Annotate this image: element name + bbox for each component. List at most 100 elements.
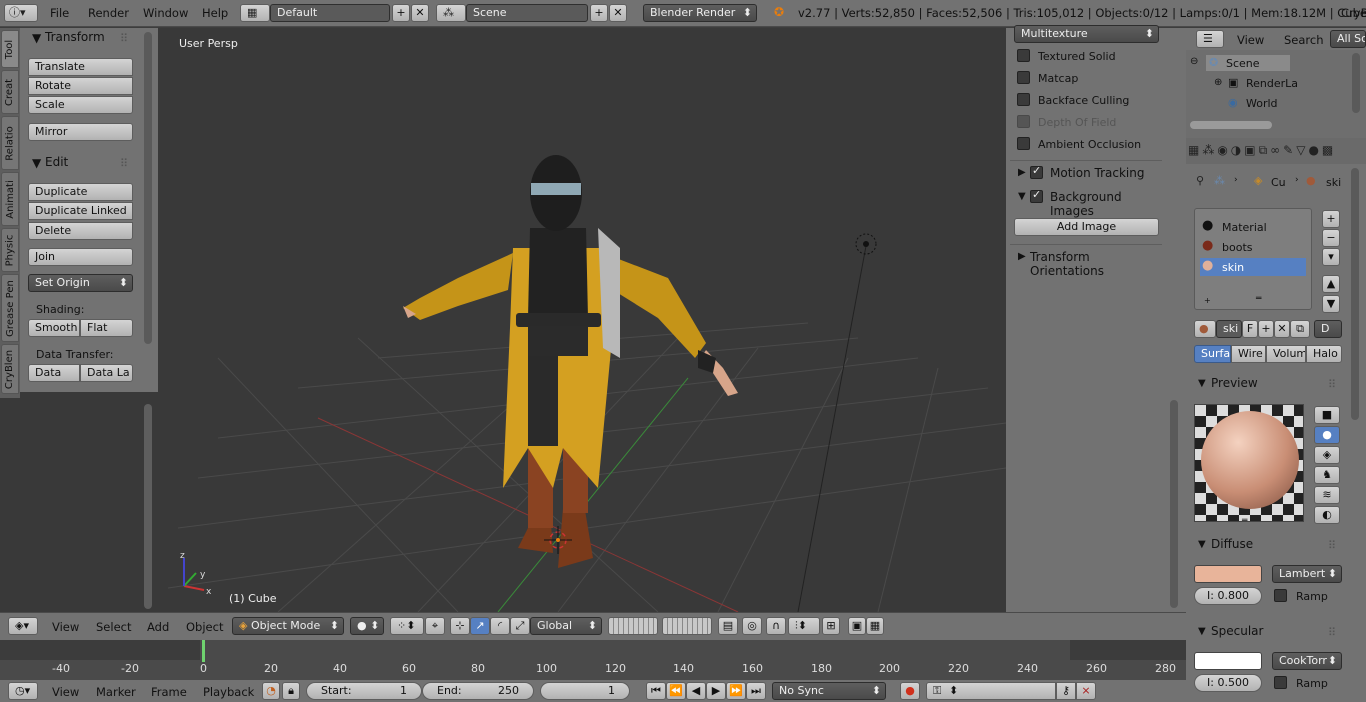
preview-flat-button[interactable]: ■ — [1314, 406, 1340, 424]
layout-selector[interactable]: ▦ — [240, 4, 270, 22]
preview-range-button[interactable]: ◔ — [262, 682, 280, 700]
motion-tracking-checkbox[interactable] — [1030, 166, 1043, 179]
ambient-occlusion-checkbox[interactable] — [1017, 137, 1030, 150]
manipulator-toggle-button[interactable]: ⌖ — [425, 617, 445, 635]
viewport-menu-object[interactable]: Object — [186, 620, 223, 634]
specular-ramp-checkbox[interactable] — [1274, 676, 1287, 689]
background-images-title[interactable]: Background Images — [1050, 190, 1166, 218]
viewport-menu-add[interactable]: Add — [147, 620, 169, 634]
move-slot-down-button[interactable]: ▼ — [1322, 295, 1340, 313]
opengl-render-image-button[interactable]: ▣ — [848, 617, 866, 635]
editor-type-selector[interactable]: ◈▾ — [8, 617, 38, 635]
preview-monkey-button[interactable]: ♞ — [1314, 466, 1340, 484]
outliner-menu-search[interactable]: Search — [1284, 33, 1324, 47]
properties-scrollbar[interactable] — [1351, 168, 1359, 420]
preview-hair-button[interactable]: ≋ — [1314, 486, 1340, 504]
jump-to-keyframe-forward-button[interactable]: ⏩ — [726, 682, 746, 700]
tab-cryblend[interactable]: CryBlen — [1, 344, 19, 394]
viewport-menu-view[interactable]: View — [52, 620, 79, 634]
3d-viewport[interactable]: User Persp y z x (1) Cube — [158, 28, 1006, 612]
mirror-button[interactable]: Mirror — [28, 123, 133, 141]
play-reverse-button[interactable]: ◀ — [686, 682, 706, 700]
add-material-slot-button[interactable]: + — [1322, 210, 1340, 228]
matcap-checkbox[interactable] — [1017, 71, 1030, 84]
start-frame-field[interactable]: Start: 1 — [306, 682, 422, 700]
tab-tool[interactable]: Tool — [1, 30, 19, 68]
tab-halo[interactable]: Halo — [1306, 345, 1342, 363]
material-browse-button[interactable]: ● — [1194, 320, 1216, 338]
transform-collapse-icon[interactable]: ▼ — [32, 31, 41, 45]
current-frame-field[interactable]: 1 — [540, 682, 630, 700]
remove-layout-button[interactable]: ✕ — [411, 4, 429, 22]
transform-panel-title[interactable]: Transform — [45, 30, 105, 44]
auto-keying-button[interactable]: ● — [900, 682, 920, 700]
data-layout-button[interactable]: Data La — [80, 364, 133, 382]
rotate-button[interactable]: Rotate — [28, 77, 133, 95]
insert-keyframe-button[interactable]: ⚷ — [1056, 682, 1076, 700]
manipulator-scale-button[interactable]: ⤢ — [510, 617, 530, 635]
duplicate-linked-button[interactable]: Duplicate Linked — [28, 202, 133, 220]
diffuse-intensity-slider[interactable]: I: 0.800 — [1194, 587, 1262, 605]
edit-collapse-icon[interactable]: ▼ — [32, 156, 41, 170]
scale-button[interactable]: Scale — [28, 96, 133, 114]
viewport-shading-dropdown[interactable]: ● ⬍ — [350, 617, 384, 635]
outliner-world-label[interactable]: World — [1246, 97, 1278, 110]
drag-handle-icon[interactable]: ⠿ — [1328, 539, 1336, 552]
tab-animation[interactable]: Animati — [1, 172, 19, 226]
slot-specials-button[interactable]: ▾ — [1322, 248, 1340, 266]
preview-sphere-button[interactable]: ● — [1314, 426, 1340, 444]
npanel-scrollbar[interactable] — [1170, 400, 1178, 608]
backface-culling-checkbox[interactable] — [1017, 93, 1030, 106]
background-images-checkbox[interactable] — [1030, 190, 1043, 203]
delete-keyframe-button[interactable]: ⨯ — [1076, 682, 1096, 700]
tab-physics[interactable]: Physic — [1, 228, 19, 272]
outliner-render-layers-label[interactable]: RenderLa — [1246, 77, 1298, 90]
drag-handle-icon[interactable]: ⠿ — [1328, 626, 1336, 639]
sync-mode-dropdown[interactable]: No Sync ⬍ — [772, 682, 886, 700]
operator-scrollbar[interactable] — [144, 404, 152, 609]
motion-tracking-title[interactable]: Motion Tracking — [1050, 166, 1144, 180]
drag-handle-icon[interactable]: ⠿ — [1328, 378, 1336, 391]
end-frame-field[interactable]: End: 250 — [422, 682, 534, 700]
resize-handle-icon[interactable]: + — [1204, 296, 1211, 305]
render-engine-dropdown[interactable]: Blender Render ⬍ — [643, 4, 757, 22]
timeline-editor-selector[interactable]: ◷▾ — [8, 682, 38, 700]
tab-create[interactable]: Creat — [1, 70, 19, 114]
tab-surface[interactable]: Surfac — [1194, 345, 1231, 363]
menu-window[interactable]: Window — [143, 6, 188, 20]
remove-scene-button[interactable]: ✕ — [609, 4, 627, 22]
timeline[interactable]: -40 -20 0 20 40 60 80 100 120 140 160 18… — [0, 640, 1186, 680]
current-frame-marker[interactable] — [202, 640, 205, 662]
menu-help[interactable]: Help — [202, 6, 228, 20]
add-layout-button[interactable]: + — [392, 4, 410, 22]
remove-material-slot-button[interactable]: − — [1322, 229, 1340, 247]
edit-panel-title[interactable]: Edit — [45, 155, 68, 169]
diffuse-ramp-checkbox[interactable] — [1274, 589, 1287, 602]
join-button[interactable]: Join — [28, 248, 133, 266]
outliner-menu-view[interactable]: View — [1237, 33, 1264, 47]
layers-group-2[interactable] — [662, 617, 712, 635]
specular-intensity-slider[interactable]: I: 0.500 — [1194, 674, 1262, 692]
timeline-menu-frame[interactable]: Frame — [151, 685, 187, 699]
list-resize-grip-icon[interactable]: ═ — [1256, 294, 1261, 304]
background-images-collapse-icon[interactable]: ▼ — [1018, 191, 1026, 202]
expand-icon[interactable]: ⊕ — [1214, 77, 1222, 88]
preview-cube-button[interactable]: ◈ — [1314, 446, 1340, 464]
drag-handle-icon[interactable]: ⠿ — [120, 32, 128, 45]
keying-set-field[interactable]: ⚿ ⬍ — [926, 682, 1056, 700]
tab-volume[interactable]: Volum — [1266, 345, 1306, 363]
preview-panel-title[interactable]: Preview — [1211, 376, 1258, 390]
jump-to-keyframe-back-button[interactable]: ⏪ — [666, 682, 686, 700]
jump-to-start-button[interactable]: ⏮ — [646, 682, 666, 700]
specular-color-swatch[interactable] — [1194, 652, 1262, 670]
material-slot-1[interactable]: ● boots — [1200, 238, 1306, 256]
diffuse-color-swatch[interactable] — [1194, 565, 1262, 583]
viewport-menu-select[interactable]: Select — [96, 620, 131, 634]
preview-collapse-icon[interactable]: ▼ — [1198, 378, 1206, 389]
lock-time-cursor-button[interactable]: 🔒︎ — [282, 682, 300, 700]
specular-collapse-icon[interactable]: ▼ — [1198, 626, 1206, 637]
shading-mode-dropdown[interactable]: Multitexture ⬍ — [1014, 25, 1159, 43]
manipulator-translate-button[interactable]: ⊹ — [450, 617, 470, 635]
set-origin-dropdown[interactable]: Set Origin ⬍ — [28, 274, 133, 292]
opengl-render-animation-button[interactable]: ▦ — [866, 617, 884, 635]
